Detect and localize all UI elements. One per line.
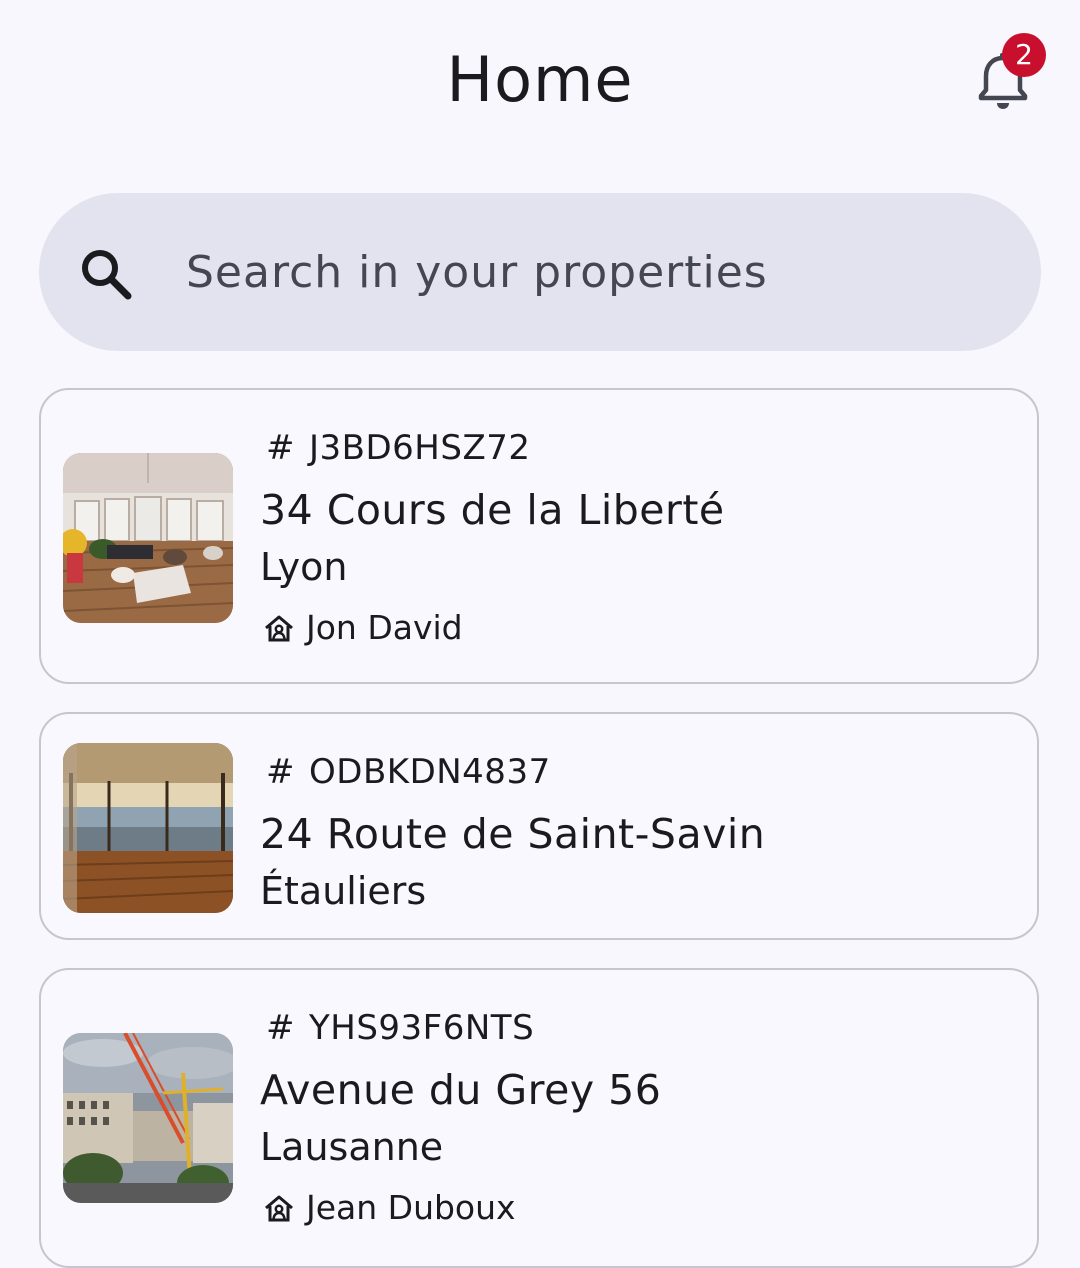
home-user-icon	[265, 615, 293, 642]
property-thumbnail	[63, 1033, 233, 1203]
hash-icon: #	[266, 428, 295, 468]
property-street: 24 Route de Saint-Savin	[260, 810, 766, 858]
property-city: Étauliers	[260, 869, 427, 913]
property-city: Lausanne	[260, 1125, 444, 1169]
notification-badge: 2	[1002, 33, 1046, 77]
property-card[interactable]: # ODBKDN4837 24 Route de Saint-Savin Étau…	[39, 712, 1039, 940]
property-reference: # J3BD6HSZ72	[266, 428, 531, 468]
top-app-bar: Home 2	[0, 0, 1080, 160]
property-thumbnail	[63, 743, 233, 913]
property-reference: # ODBKDN4837	[266, 752, 551, 792]
search-input[interactable]	[186, 240, 966, 304]
hash-icon: #	[266, 1008, 295, 1048]
page-title: Home	[446, 43, 634, 116]
property-city: Lyon	[260, 545, 348, 589]
property-street: Avenue du Grey 56	[260, 1066, 662, 1114]
property-street: 34 Cours de la Liberté	[260, 486, 725, 534]
search-icon[interactable]	[78, 246, 134, 302]
hash-icon: #	[266, 752, 295, 792]
property-card[interactable]: # J3BD6HSZ72 34 Cours de la Liberté Lyon …	[39, 388, 1039, 684]
property-card[interactable]: # YHS93F6NTS Avenue du Grey 56 Lausanne J…	[39, 968, 1039, 1268]
property-thumbnail	[63, 453, 233, 623]
property-reference: # YHS93F6NTS	[266, 1008, 535, 1048]
home-user-icon	[265, 1195, 293, 1222]
